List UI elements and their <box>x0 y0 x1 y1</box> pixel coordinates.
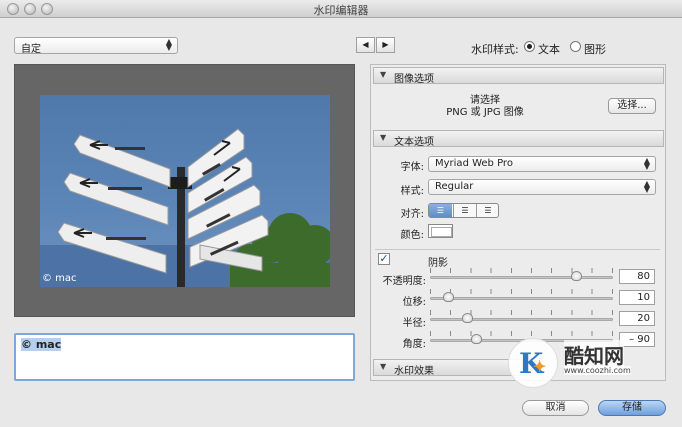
alignment-control: ☰ ☰ ☰ <box>428 203 499 218</box>
opacity-field[interactable]: 80 <box>619 269 655 284</box>
radius-label: 半径: <box>402 318 426 329</box>
text-options-header[interactable]: ▼ 文本选项 <box>373 130 664 148</box>
image-prompt-line1: 请选择 <box>470 95 500 106</box>
site-brand: 酷知网 <box>564 340 624 369</box>
next-button[interactable]: ▶ <box>376 37 395 53</box>
radio-graphic[interactable] <box>570 41 581 52</box>
signpost-illustration <box>40 128 330 287</box>
shadow-label: 阴影 <box>428 258 448 269</box>
radius-field[interactable]: 20 <box>619 311 655 326</box>
site-watermark: K ✦ 酷知网 www.coozhi.com <box>508 336 668 388</box>
watermark-effects-title: 水印效果 <box>394 366 434 377</box>
offset-slider[interactable] <box>430 289 613 303</box>
image-options-header[interactable]: ▼ 图像选项 <box>373 67 664 85</box>
title-bar: 水印编辑器 <box>0 0 682 18</box>
disclosure-down-icon: ▼ <box>380 70 387 79</box>
disclosure-down-icon: ▼ <box>380 133 387 142</box>
offset-label: 位移: <box>402 297 426 308</box>
disclosure-down-icon: ▼ <box>380 362 387 371</box>
updown-arrows-icon: ▲ ▼ <box>643 156 650 171</box>
align-center-icon[interactable]: ☰ <box>453 204 476 217</box>
angle-label: 角度: <box>402 339 426 350</box>
preview-photo: © mac <box>40 95 330 287</box>
watermark-text-value: © mac <box>21 338 62 351</box>
offset-field[interactable]: 10 <box>619 290 655 305</box>
shadow-checkbox[interactable]: ✓ <box>378 253 390 265</box>
divider <box>375 249 660 250</box>
style-label: 样式: <box>400 186 424 197</box>
k-logo-icon: K ✦ <box>519 347 547 380</box>
site-logo: K ✦ <box>508 338 558 388</box>
style-select[interactable]: Regular ▲ ▼ <box>428 179 656 195</box>
radius-slider[interactable] <box>430 310 613 324</box>
watermark-style-label: 水印样式: <box>471 43 519 56</box>
font-select-value: Myriad Web Pro <box>435 158 513 169</box>
watermark-text-input[interactable]: © mac <box>14 333 355 381</box>
previous-button[interactable]: ◀ <box>356 37 375 53</box>
align-left-icon[interactable]: ☰ <box>429 204 452 217</box>
image-prompt-line2: PNG 或 JPG 图像 <box>446 107 524 118</box>
slider-knob[interactable] <box>443 292 455 302</box>
site-url: www.coozhi.com <box>564 366 631 375</box>
radio-text-label[interactable]: 文本 <box>538 41 560 57</box>
slider-knob[interactable] <box>461 313 473 323</box>
align-right-icon[interactable]: ☰ <box>476 204 498 217</box>
updown-arrows-icon: ▲ ▼ <box>643 179 650 194</box>
image-prompt: 请选择 PNG 或 JPG 图像 <box>430 95 540 119</box>
image-options-title: 图像选项 <box>394 74 434 85</box>
slider-knob[interactable] <box>571 271 583 281</box>
preset-select-value: 自定 <box>21 44 41 55</box>
radio-text[interactable] <box>524 41 535 52</box>
radio-graphic-label[interactable]: 图形 <box>584 41 606 57</box>
preview-watermark-text: © mac <box>42 273 77 284</box>
updown-arrows-icon: ▲ ▼ <box>165 37 172 52</box>
font-select[interactable]: Myriad Web Pro ▲ ▼ <box>428 156 656 172</box>
slider-knob[interactable] <box>470 334 482 344</box>
choose-image-button[interactable]: 选择... <box>608 98 656 114</box>
preview-frame: © mac <box>14 64 355 317</box>
style-select-value: Regular <box>435 181 474 192</box>
window-title: 水印编辑器 <box>313 4 369 17</box>
text-color-swatch[interactable] <box>428 224 453 238</box>
align-label: 对齐: <box>400 209 424 220</box>
save-button[interactable]: 存储 <box>598 400 666 416</box>
font-label: 字体: <box>400 162 424 173</box>
cancel-button[interactable]: 取消 <box>522 400 589 416</box>
color-label: 颜色: <box>400 230 424 241</box>
opacity-slider[interactable] <box>430 268 613 282</box>
preset-select[interactable]: 自定 ▲ ▼ <box>14 37 178 55</box>
text-options-title: 文本选项 <box>394 137 434 148</box>
opacity-label: 不透明度: <box>382 276 426 287</box>
